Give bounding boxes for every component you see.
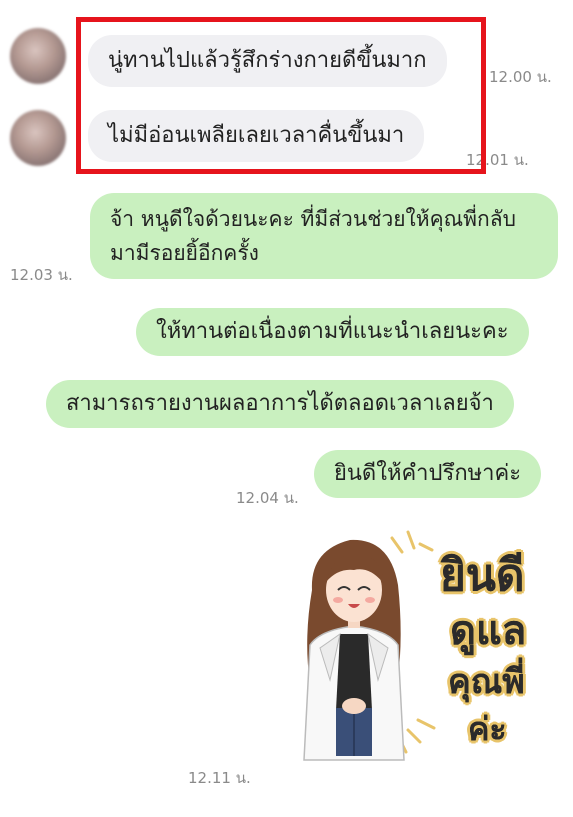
message-text: จ้า หนูดีใจด้วยนะคะ ที่มีส่วนช่วยให้คุณพ… — [110, 207, 516, 265]
message-time: 12.11 น. — [188, 769, 251, 787]
message-text: ให้ทานต่อเนื่องตามที่แนะนำเลยนะคะ — [156, 319, 509, 344]
message-time: 12.01 น. — [466, 151, 529, 169]
chat-screen: นู่ทานไปแล้วรู้สึกร่างกายดีขึ้นมาก 12.00… — [0, 0, 573, 817]
sender-avatar[interactable] — [10, 28, 66, 84]
outgoing-message[interactable]: ให้ทานต่อเนื่องตามที่แนะนำเลยนะคะ — [136, 308, 529, 356]
message-text: นู่ทานไปแล้วรู้สึกร่างกายดีขึ้นมาก — [108, 48, 427, 73]
doctor-sticker[interactable]: ยินดี ดูแล คุณพี่ ค่ะ — [290, 530, 560, 780]
message-text: ยินดีให้คำปรึกษาค่ะ — [334, 461, 522, 486]
message-time: 12.00 น. — [489, 68, 552, 86]
sender-avatar[interactable] — [10, 110, 66, 166]
sticker-text: คุณพี่ — [448, 662, 525, 702]
message-time: 12.03 น. — [10, 266, 73, 284]
incoming-message[interactable]: ไม่มีอ่อนเพลียเลยเวลาคื่นขึ้นมา — [88, 110, 425, 162]
outgoing-message[interactable]: จ้า หนูดีใจด้วยนะคะ ที่มีส่วนช่วยให้คุณพ… — [90, 193, 558, 279]
incoming-message[interactable]: นู่ทานไปแล้วรู้สึกร่างกายดีขึ้นมาก — [88, 35, 447, 87]
message-time: 12.04 น. — [236, 489, 299, 507]
outgoing-message[interactable]: ยินดีให้คำปรึกษาค่ะ — [314, 450, 542, 498]
message-text: ไม่มีอ่อนเพลียเลยเวลาคื่นขึ้นมา — [108, 123, 405, 148]
outgoing-message[interactable]: สามารถรายงานผลอาการได้ตลอดเวลาเลยจ้า — [46, 380, 514, 428]
sticker-text: ค่ะ — [468, 710, 507, 748]
sticker-text: ดูแล — [450, 608, 527, 654]
message-text: สามารถรายงานผลอาการได้ตลอดเวลาเลยจ้า — [66, 391, 494, 416]
